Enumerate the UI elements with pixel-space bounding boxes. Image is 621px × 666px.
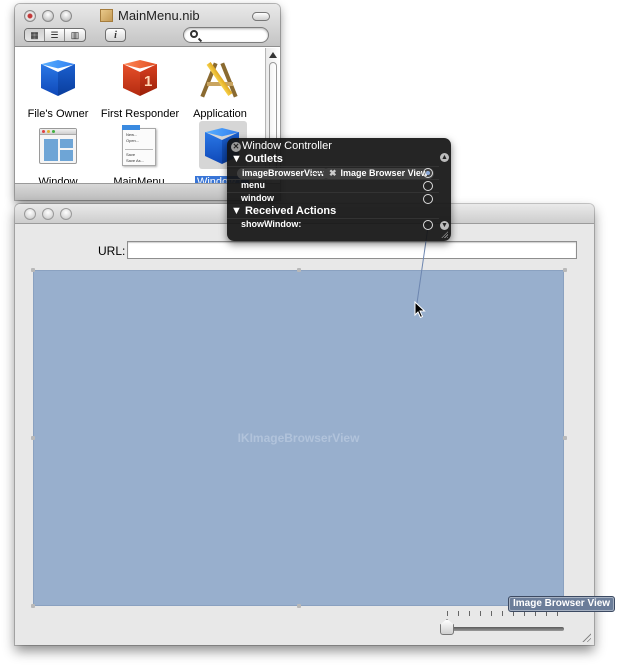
scroll-up-icon[interactable]: ▲ (440, 153, 449, 162)
resize-handle[interactable] (297, 268, 301, 272)
disclosure-triangle-icon: ▼ (231, 153, 242, 165)
slider-knob[interactable] (440, 619, 454, 635)
panel-title: Window Controller (242, 140, 332, 152)
blue-cube-icon (35, 56, 81, 102)
list-view-icon: ☰ (50, 29, 59, 40)
connection-circle-icon[interactable] (423, 194, 433, 204)
window-title-text: MainMenu.nib (118, 8, 200, 23)
section-received-actions[interactable]: ▼ Received Actions (231, 205, 336, 217)
resize-handle[interactable] (563, 268, 567, 272)
nib-titlebar: MainMenu.nib ▦ ☰ ▥ i (15, 4, 280, 47)
zoom-button[interactable] (60, 208, 72, 220)
outlet-row[interactable]: menu (227, 179, 439, 192)
zoom-slider[interactable] (440, 609, 565, 637)
tooltip: Image Browser View (508, 596, 616, 612)
outlet-row[interactable]: imageBrowserView ✖ Image Browser View (227, 166, 439, 179)
zoom-button[interactable] (60, 10, 72, 22)
list-view-button[interactable]: ☰ (45, 29, 65, 41)
icon-view-button[interactable]: ▦ (25, 29, 45, 41)
resize-handle[interactable] (31, 436, 35, 440)
window-title: MainMenu.nib (100, 8, 200, 23)
connection-link (311, 173, 323, 174)
first-responder-icon: 1 (117, 56, 163, 102)
icon-view-icon: ▦ (30, 29, 39, 40)
view-mode-control: ▦ ☰ ▥ (24, 28, 86, 42)
slider-tick (447, 611, 448, 616)
connection-target[interactable]: ✖ Image Browser View (323, 168, 434, 179)
object-label: First Responder (100, 108, 180, 120)
mouse-pointer-icon (414, 301, 426, 319)
resize-handle[interactable] (297, 604, 301, 608)
scroll-down-icon[interactable]: ▼ (440, 221, 449, 230)
slider-tick (491, 611, 492, 616)
scroll-up-arrow-icon[interactable] (269, 52, 277, 58)
action-row[interactable]: showWindow: (227, 218, 439, 231)
column-view-button[interactable]: ▥ (65, 29, 85, 41)
url-label: URL: (98, 244, 126, 258)
search-field[interactable] (183, 27, 269, 43)
close-button[interactable] (24, 10, 36, 22)
resize-handle[interactable] (31, 604, 35, 608)
outlet-row[interactable]: window (227, 192, 439, 205)
object-label: File's Owner (27, 108, 89, 120)
object-label: Application (193, 108, 247, 120)
disclosure-triangle-icon: ▼ (231, 205, 242, 217)
toolbar-toggle-button[interactable] (252, 12, 270, 21)
object-window[interactable]: Window (17, 124, 99, 188)
resize-handle[interactable] (31, 268, 35, 272)
slider-track[interactable] (448, 627, 564, 631)
image-browser-view[interactable]: IKImageBrowserView (33, 270, 564, 606)
search-icon (190, 30, 198, 38)
connections-panel: ✕ Window Controller ▲ ▼ Outlets imageBro… (227, 138, 451, 241)
nib-file-icon (100, 9, 113, 22)
slider-tick (502, 611, 503, 616)
slider-tick (469, 611, 470, 616)
info-icon: i (114, 29, 117, 41)
object-files-owner[interactable]: File's Owner (17, 56, 99, 120)
panel-resize-grip[interactable] (441, 231, 448, 238)
slider-tick (458, 611, 459, 616)
app-window: URL: IKImageBrowserView (15, 204, 594, 645)
disconnect-icon[interactable]: ✖ (329, 168, 337, 178)
resize-handle[interactable] (563, 436, 567, 440)
image-browser-view-label: IKImageBrowserView (237, 431, 360, 445)
column-view-icon: ▥ (70, 29, 80, 40)
close-button[interactable] (24, 208, 36, 220)
object-grid: File's Owner 1 First Responder Applicati… (15, 48, 261, 188)
section-outlets[interactable]: ▼ Outlets (231, 153, 283, 165)
object-main-menu[interactable]: New... Open... Save Save As... MainMenu (98, 124, 180, 188)
minimize-button[interactable] (42, 10, 54, 22)
connection-circle-icon[interactable] (423, 168, 433, 178)
url-input[interactable] (127, 241, 577, 259)
window-icon (35, 124, 81, 170)
application-icon (197, 56, 243, 102)
info-button[interactable]: i (105, 28, 126, 42)
connection-circle-icon[interactable] (423, 181, 433, 191)
close-icon[interactable]: ✕ (231, 142, 241, 152)
connection-circle-icon[interactable] (423, 220, 433, 230)
window-resize-grip[interactable] (581, 632, 591, 642)
slider-tick (480, 611, 481, 616)
menu-icon: New... Open... Save Save As... (116, 124, 162, 170)
object-application[interactable]: Application (179, 56, 261, 120)
object-first-responder[interactable]: 1 First Responder (99, 56, 181, 120)
minimize-button[interactable] (42, 208, 54, 220)
